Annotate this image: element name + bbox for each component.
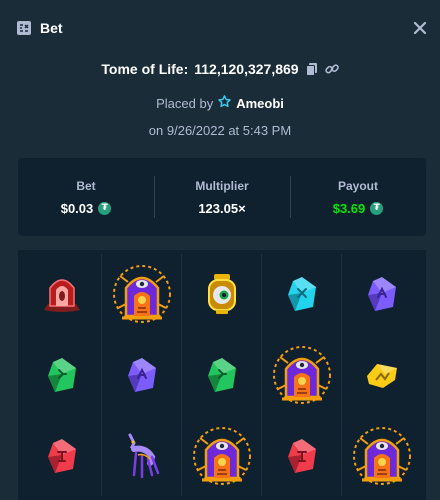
copy-icon[interactable] xyxy=(305,62,319,76)
purple-gem-icon xyxy=(365,275,399,313)
reel-cell xyxy=(22,415,102,496)
red-gem-icon xyxy=(45,437,79,475)
stat-bet-value-row: $0.03 ₮ xyxy=(61,201,112,216)
purple-gem-icon xyxy=(125,356,159,394)
tome-wild-icon xyxy=(350,424,414,488)
tome-wild-icon xyxy=(190,424,254,488)
stat-multiplier-value: 123.05× xyxy=(198,200,246,216)
placed-by-label: Placed by xyxy=(156,95,214,111)
stat-payout-value: $3.69 xyxy=(332,200,366,216)
stat-bet-value: $0.03 xyxy=(60,200,94,216)
stat-payout-value-row: $3.69 ₮ xyxy=(333,201,384,216)
stat-payout-label: Payout xyxy=(337,178,378,193)
reel-cell xyxy=(102,415,182,496)
reel-cell xyxy=(342,335,422,416)
modal-title: Bet xyxy=(40,20,63,36)
stat-payout: Payout $3.69 ₮ xyxy=(290,158,426,236)
close-icon[interactable] xyxy=(410,18,430,38)
green-gem-icon xyxy=(45,356,79,394)
reel-cell xyxy=(22,334,102,416)
cyan-gem-icon xyxy=(285,275,319,313)
reel-cell xyxy=(182,334,262,416)
link-icon[interactable] xyxy=(324,62,339,76)
placed-by-line: Placed by Ameobi xyxy=(0,93,440,113)
stat-multiplier: Multiplier 123.05× xyxy=(154,158,290,236)
reel-cell xyxy=(22,254,102,335)
red-portal-icon xyxy=(38,270,86,318)
reel-cell xyxy=(262,415,342,496)
tether-coin-icon: ₮ xyxy=(98,201,112,215)
reel-cell xyxy=(262,334,342,416)
reel-cell xyxy=(102,254,182,335)
red-gem-icon xyxy=(285,437,319,475)
yellow-gem-icon xyxy=(363,360,401,390)
reel-cell xyxy=(342,415,422,496)
stat-bet-label: Bet xyxy=(76,178,96,193)
modal-header: Bet xyxy=(0,0,440,56)
green-gem-icon xyxy=(205,356,239,394)
bet-date: on 9/26/2022 at 5:43 PM xyxy=(148,122,292,138)
reel-cell xyxy=(182,415,262,496)
bet-stats-panel: Bet $0.03 ₮ Multiplier 123.05× Payout $3… xyxy=(18,158,426,236)
reel-cell xyxy=(342,254,422,335)
bet-id: 112,120,327,869 xyxy=(194,61,299,77)
tether-coin-icon: ₮ xyxy=(370,201,384,215)
star-badge-icon xyxy=(218,95,231,111)
reel-cell xyxy=(102,334,182,416)
tome-wild-icon xyxy=(110,262,174,326)
reel-grid xyxy=(18,250,426,500)
stat-bet: Bet $0.03 ₮ xyxy=(18,158,154,236)
username-link[interactable]: Ameobi xyxy=(236,96,284,111)
game-name: Tome of Life: xyxy=(101,61,189,77)
game-id-line: Tome of Life: 112,120,327,869 xyxy=(0,58,440,80)
reel-cell xyxy=(262,254,342,335)
jackal-creature-icon xyxy=(122,431,162,481)
bet-slip-icon xyxy=(16,20,32,36)
eye-lantern-icon xyxy=(202,272,242,316)
tome-wild-icon xyxy=(270,343,334,407)
reel-cell xyxy=(182,254,262,335)
stat-multiplier-label: Multiplier xyxy=(195,178,249,193)
